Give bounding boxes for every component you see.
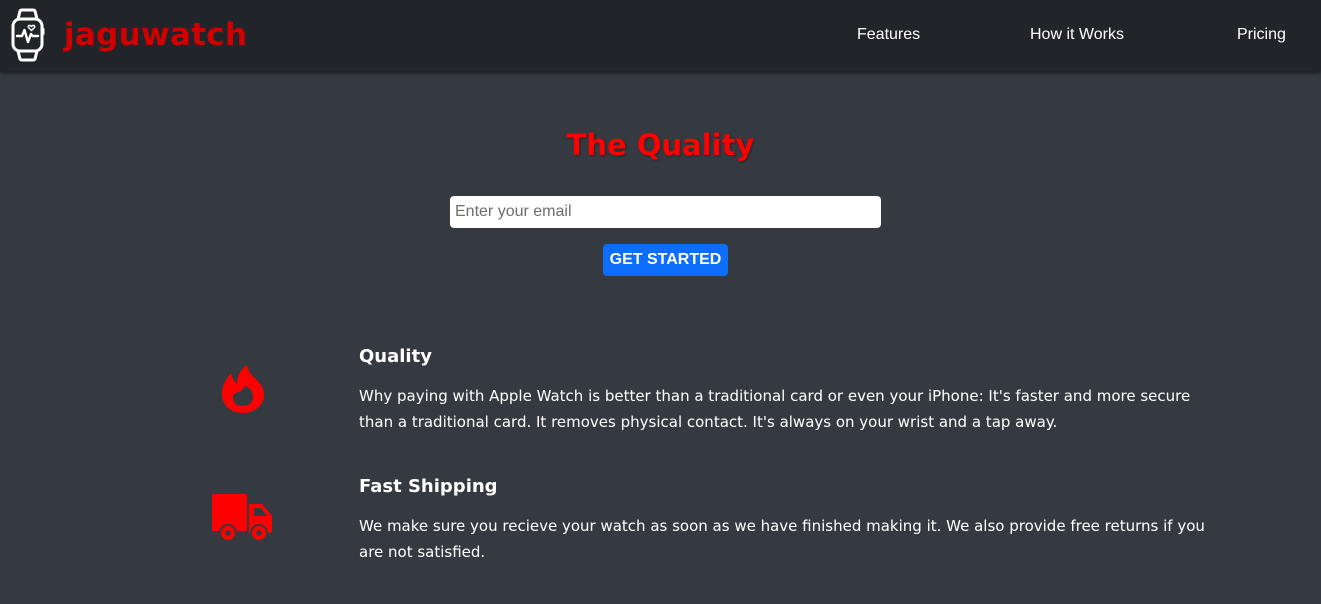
get-started-button[interactable]: Get Started	[603, 244, 728, 276]
feature-title-fast-shipping: Fast Shipping	[359, 476, 498, 497]
brand-name: jaguwatch	[64, 16, 248, 53]
nav-link-pricing[interactable]: Pricing	[1237, 25, 1286, 45]
feature-text-fast-shipping: We make sure you recieve your watch as s…	[359, 517, 1205, 561]
smartwatch-heartbeat-icon	[11, 8, 45, 62]
fire-icon	[222, 365, 264, 413]
truck-icon	[212, 494, 272, 542]
nav-link-how-it-works[interactable]: How it Works	[1030, 25, 1124, 45]
nav-link-features[interactable]: Features	[857, 25, 920, 45]
email-input[interactable]	[450, 196, 881, 228]
hero-title: The Quality	[566, 128, 755, 162]
feature-text-quality: Why paying with Apple Watch is better th…	[359, 387, 1191, 431]
brand[interactable]: jaguwatch	[10, 8, 247, 62]
navbar: jaguwatch Features How it Works Pricing	[0, 0, 1321, 71]
feature-title-quality: Quality	[359, 346, 432, 367]
